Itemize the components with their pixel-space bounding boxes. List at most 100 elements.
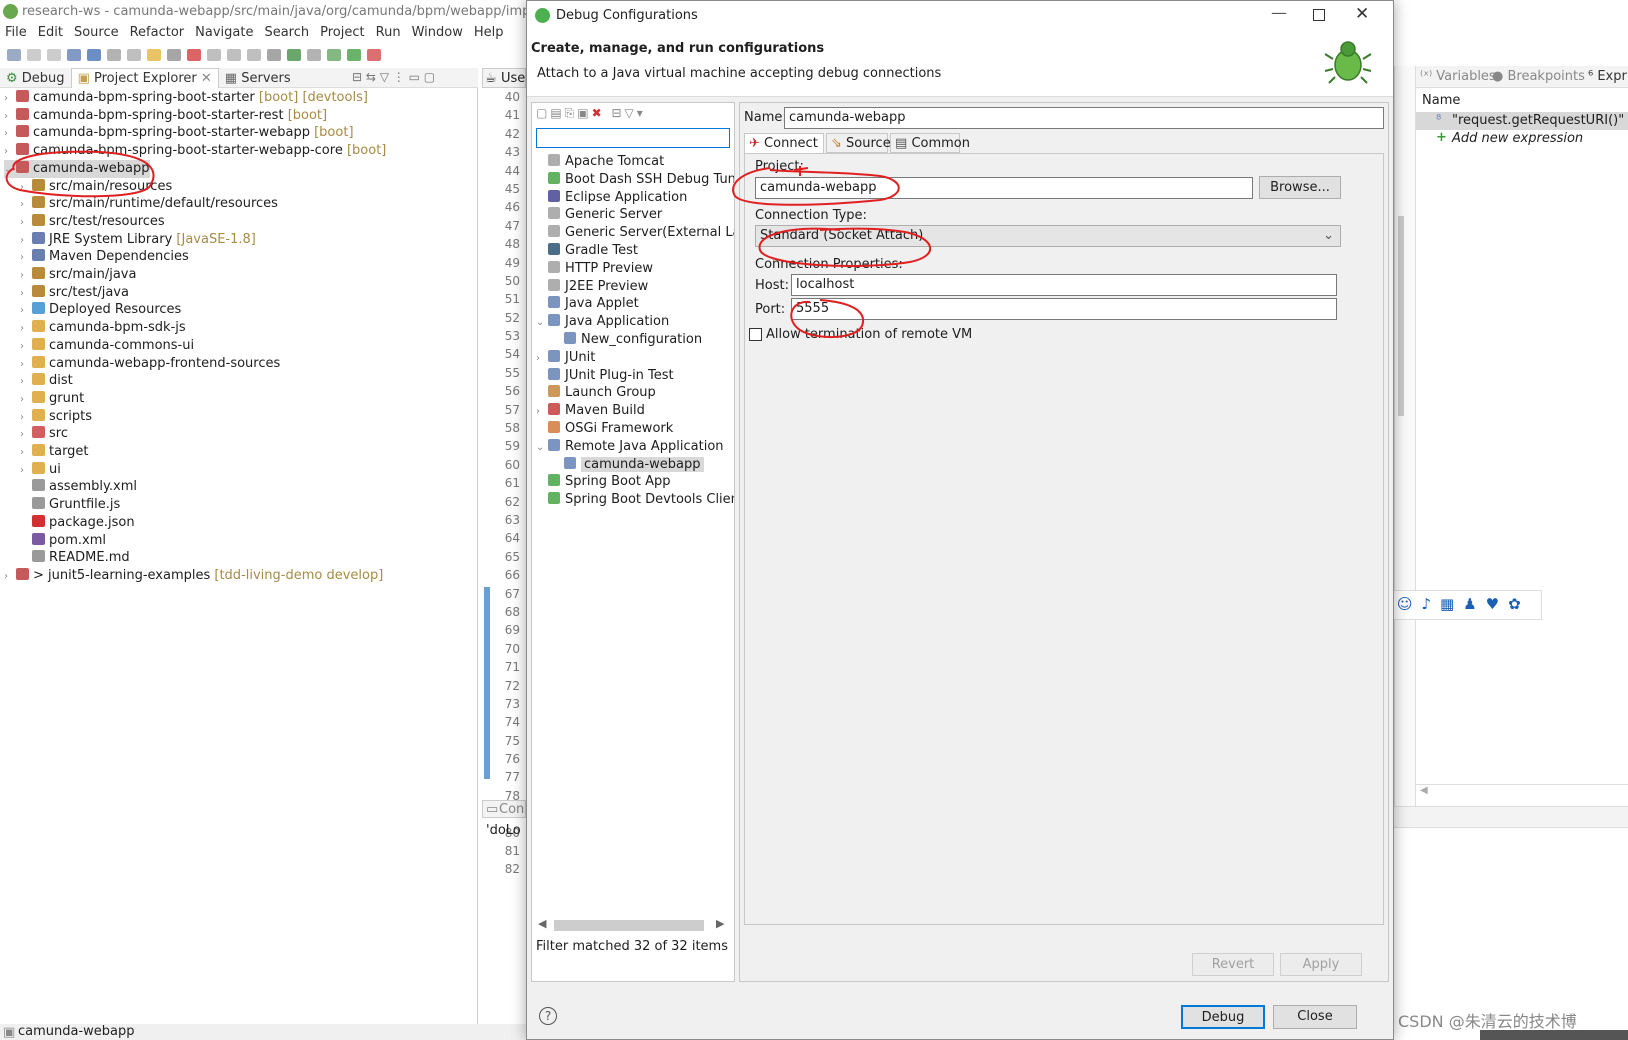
project-input[interactable]: camunda-webapp [755, 177, 1253, 199]
chevron-right-icon[interactable]: › [20, 249, 32, 267]
menu-help[interactable]: Help [474, 25, 504, 40]
config-type-item[interactable]: JUnit Plug-in Test [536, 367, 674, 385]
toolbar-button-icon[interactable] [127, 49, 141, 61]
close-window-icon[interactable]: ✕ [1355, 4, 1369, 24]
expression-row-selected[interactable]: ⁸ "request.getRequestURI()" [1416, 112, 1628, 130]
tree-item[interactable]: › Maven Dependencies [20, 248, 189, 266]
tree-item[interactable]: assembly.xml [20, 478, 137, 496]
chevron-right-icon[interactable]: › [20, 462, 32, 480]
toolbar-button-icon[interactable] [287, 49, 301, 61]
chevron-right-icon[interactable]: › [20, 409, 32, 427]
menu-run[interactable]: Run [376, 25, 401, 40]
tree-item[interactable]: › JRE System Library [JavaSE-1.8] [20, 231, 256, 249]
chevron-right-icon[interactable]: › [20, 302, 32, 320]
config-type-item[interactable]: Generic Server(External Laun [536, 224, 734, 242]
menu-project[interactable]: Project [320, 25, 364, 40]
allow-termination-checkbox[interactable] [749, 328, 762, 341]
chevron-right-icon[interactable]: › [4, 125, 16, 143]
close-tab-icon[interactable]: ✕ [201, 71, 212, 86]
chevron-right-icon[interactable]: › [20, 391, 32, 409]
config-type-item[interactable]: camunda-webapp [552, 456, 704, 474]
chevron-right-icon[interactable]: › [536, 403, 548, 421]
toolbar-button-icon[interactable] [87, 49, 101, 61]
host-input[interactable]: localhost [791, 274, 1337, 296]
chevron-right-icon[interactable]: › [20, 232, 32, 250]
chevron-right-icon[interactable]: › [20, 338, 32, 356]
help-icon[interactable]: ? [539, 1007, 557, 1025]
tree-item[interactable]: › ui [20, 461, 61, 479]
config-type-item[interactable]: Launch Group [536, 384, 656, 402]
scroll-thumb[interactable] [554, 920, 704, 931]
editor-scrollbar-thumb[interactable] [1398, 216, 1404, 416]
tree-item[interactable]: › camunda-bpm-spring-boot-starter [boot] … [4, 89, 368, 107]
menu-navigate[interactable]: Navigate [195, 25, 253, 40]
config-type-item[interactable]: Generic Server [536, 206, 662, 224]
toolbar-button-icon[interactable] [7, 49, 21, 61]
config-type-item[interactable]: Eclipse Application [536, 189, 687, 207]
tab-connect[interactable]: ✈ Connect [744, 133, 824, 153]
tree-item[interactable]: package.json [20, 514, 135, 532]
scroll-left-icon[interactable]: ◀ [1420, 785, 1428, 796]
chevron-right-icon[interactable]: › [20, 179, 32, 197]
tree-item[interactable]: › src/main/runtime/default/resources [20, 195, 278, 213]
tab-common[interactable]: ▤ Common [890, 133, 970, 153]
tree-item[interactable]: › src/main/java [20, 266, 136, 284]
tree-item[interactable]: ⌄ camunda-webapp [4, 159, 150, 179]
tree-item[interactable]: › target [20, 443, 89, 461]
config-type-item[interactable]: › Maven Build [536, 402, 645, 420]
tab-debug[interactable]: ⚙ Debug [0, 69, 71, 89]
view-toolbar-icons[interactable]: ⊟ ⇆ ▽ ⋮ ▭ ▢ [352, 70, 435, 84]
chevron-right-icon[interactable]: › [20, 196, 32, 214]
toolbar-button-icon[interactable] [67, 49, 81, 61]
menu-refactor[interactable]: Refactor [130, 25, 185, 40]
config-type-item[interactable]: HTTP Preview [536, 260, 653, 278]
toolbar-button-icon[interactable] [327, 49, 341, 61]
chevron-down-icon[interactable]: ⌄ [4, 161, 16, 179]
chevron-right-icon[interactable]: › [20, 267, 32, 285]
tree-item[interactable]: › camunda-bpm-spring-boot-starter-rest [b… [4, 107, 327, 125]
apply-button[interactable]: Apply [1280, 953, 1362, 976]
config-type-item[interactable]: › JUnit [536, 349, 595, 367]
tree-item[interactable]: pom.xml [20, 532, 106, 550]
config-type-item[interactable]: New_configuration [552, 331, 702, 349]
chevron-right-icon[interactable]: › [4, 90, 16, 108]
toolbar-button-icon[interactable] [167, 49, 181, 61]
chevron-right-icon[interactable]: › [4, 108, 16, 126]
config-type-item[interactable]: Spring Boot Devtools Client [536, 491, 734, 509]
scroll-right-icon[interactable]: ▶ [716, 917, 724, 930]
toolbar-button-icon[interactable] [367, 49, 381, 61]
config-type-item[interactable]: ⌄ Java Application [536, 313, 669, 331]
tab-servers[interactable]: ▦ Servers [219, 69, 297, 89]
chevron-down-icon[interactable]: ⌄ [536, 314, 548, 332]
tab-variables[interactable]: ⁽ˣ⁾ Variables [1420, 69, 1496, 84]
toolbar-button-icon[interactable] [267, 49, 281, 61]
filter-input[interactable] [536, 128, 730, 148]
tree-item[interactable]: › Deployed Resources [20, 301, 181, 319]
menu-edit[interactable]: Edit [38, 25, 63, 40]
console-tab[interactable]: ▭ Con [482, 800, 526, 818]
tree-item[interactable]: › src/main/resources [20, 178, 172, 196]
toolbar-button-icon[interactable] [227, 49, 241, 61]
menu-window[interactable]: Window [412, 25, 463, 40]
config-type-item[interactable]: Boot Dash SSH Debug Tunne [536, 171, 734, 189]
ime-tool-icons[interactable]: •☺♪▦♟♥✿ [1379, 595, 1530, 613]
toolbar-button-icon[interactable] [27, 49, 41, 61]
tab-source[interactable]: ⇘ Source [826, 133, 891, 153]
menu-search[interactable]: Search [264, 25, 309, 40]
port-input[interactable]: 5555 [791, 298, 1337, 320]
tree-item[interactable]: › camunda-bpm-sdk-js [20, 319, 186, 337]
tree-item[interactable]: › src/test/resources [20, 213, 165, 231]
tree-item[interactable]: › camunda-commons-ui [20, 337, 194, 355]
chevron-right-icon[interactable]: › [20, 426, 32, 444]
close-button[interactable]: Close [1273, 1005, 1357, 1029]
chevron-right-icon[interactable]: › [4, 143, 16, 161]
toolbar-button-icon[interactable] [207, 49, 221, 61]
config-list-toolbar[interactable]: ▢▤⎘▣✖ ⊟▽▾ [536, 106, 646, 121]
toolbar-button-icon[interactable] [347, 49, 361, 61]
minimize-icon[interactable]: — [1271, 3, 1287, 22]
chevron-down-icon[interactable]: ⌄ [536, 439, 548, 457]
menu-source[interactable]: Source [74, 25, 119, 40]
debug-button[interactable]: Debug [1181, 1005, 1265, 1029]
tree-item[interactable]: Gruntfile.js [20, 496, 120, 514]
chevron-right-icon[interactable]: › [4, 568, 16, 586]
